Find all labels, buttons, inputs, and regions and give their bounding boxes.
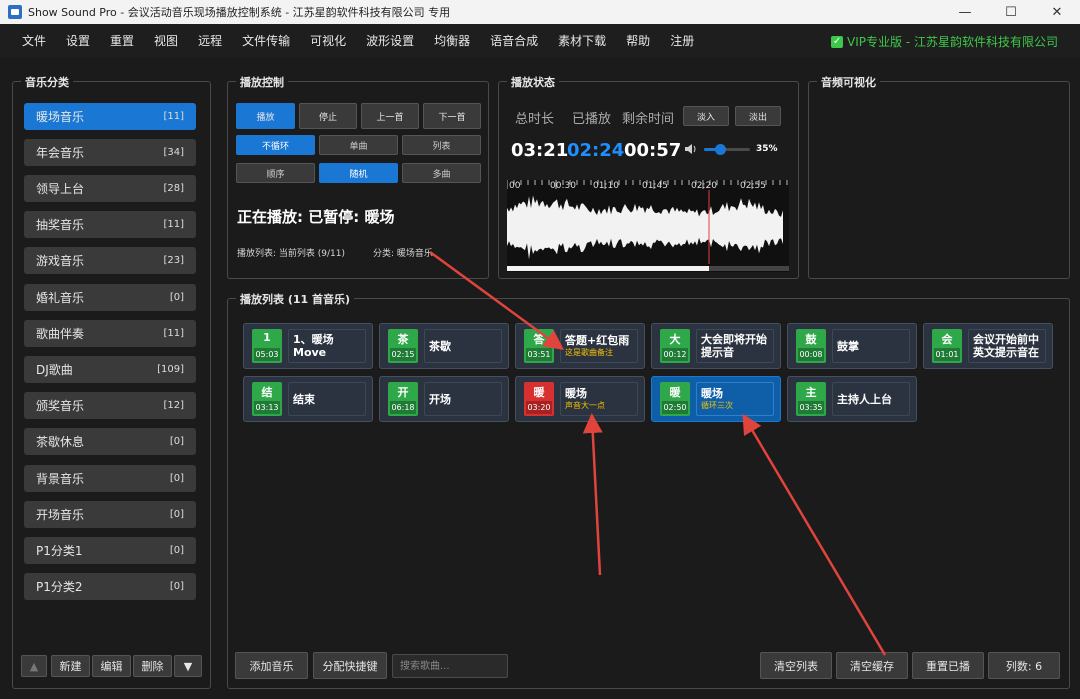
arrow-to-note — [429, 250, 565, 350]
annotation-arrows — [429, 250, 887, 656]
arrow-to-volume-note — [582, 413, 603, 576]
arrow-to-loop-note — [742, 413, 887, 656]
